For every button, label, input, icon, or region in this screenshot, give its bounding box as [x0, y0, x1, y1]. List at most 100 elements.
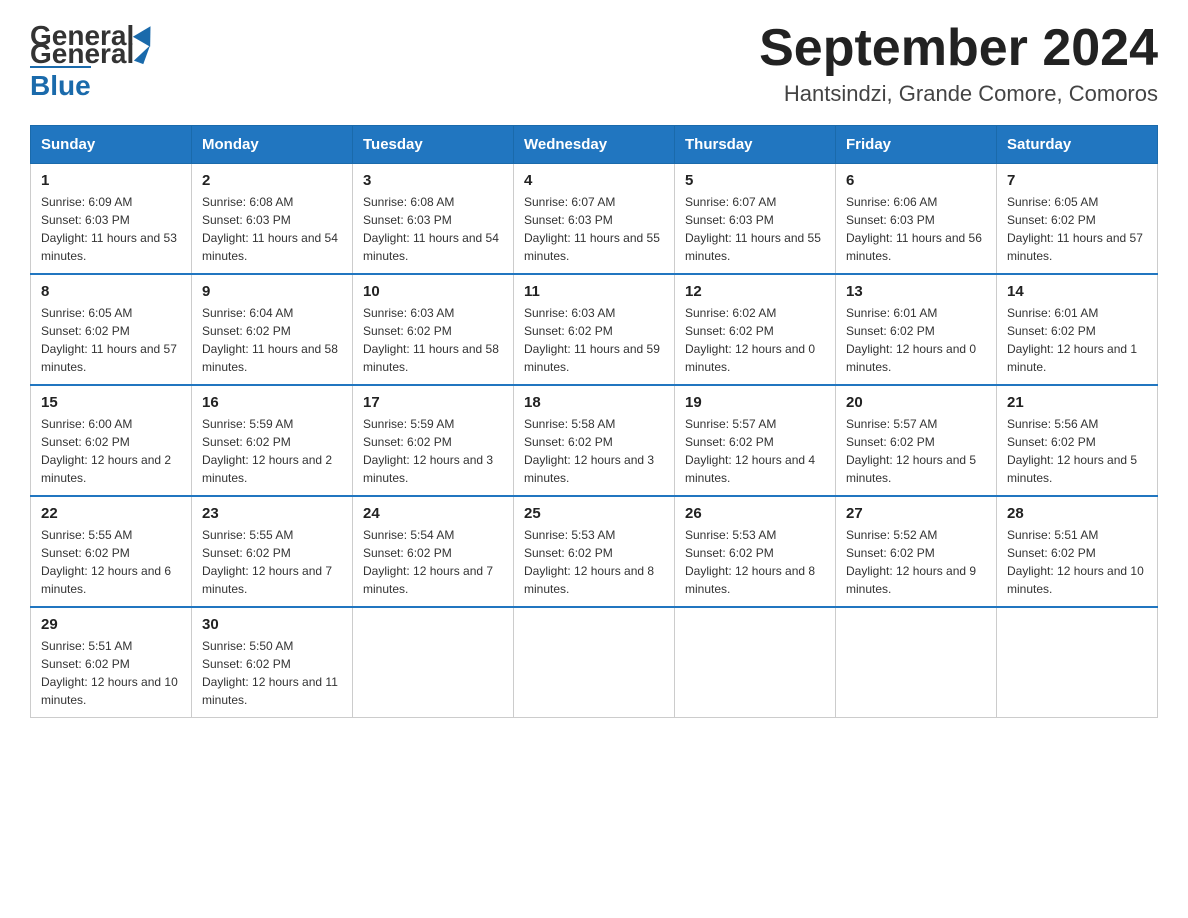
- day-number: 27: [846, 505, 986, 522]
- calendar-cell: 3 Sunrise: 6:08 AM Sunset: 6:03 PM Dayli…: [353, 164, 514, 275]
- day-number: 3: [363, 172, 503, 189]
- calendar-cell: 1 Sunrise: 6:09 AM Sunset: 6:03 PM Dayli…: [31, 164, 192, 275]
- location-subtitle: Hantsindzi, Grande Comore, Comoros: [759, 81, 1158, 107]
- day-info: Sunrise: 6:03 AM Sunset: 6:02 PM Dayligh…: [524, 304, 664, 376]
- day-info: Sunrise: 5:51 AM Sunset: 6:02 PM Dayligh…: [41, 637, 181, 709]
- title-area: September 2024 Hantsindzi, Grande Comore…: [759, 20, 1158, 107]
- calendar-cell: 17 Sunrise: 5:59 AM Sunset: 6:02 PM Dayl…: [353, 385, 514, 496]
- month-title: September 2024: [759, 20, 1158, 77]
- day-number: 13: [846, 283, 986, 300]
- day-number: 24: [363, 505, 503, 522]
- calendar-cell: 16 Sunrise: 5:59 AM Sunset: 6:02 PM Dayl…: [192, 385, 353, 496]
- day-info: Sunrise: 6:00 AM Sunset: 6:02 PM Dayligh…: [41, 415, 181, 487]
- day-info: Sunrise: 6:04 AM Sunset: 6:02 PM Dayligh…: [202, 304, 342, 376]
- calendar-cell: 25 Sunrise: 5:53 AM Sunset: 6:02 PM Dayl…: [514, 496, 675, 607]
- day-info: Sunrise: 6:08 AM Sunset: 6:03 PM Dayligh…: [202, 193, 342, 265]
- day-info: Sunrise: 5:57 AM Sunset: 6:02 PM Dayligh…: [846, 415, 986, 487]
- header-wednesday: Wednesday: [514, 126, 675, 164]
- day-number: 30: [202, 616, 342, 633]
- day-info: Sunrise: 5:53 AM Sunset: 6:02 PM Dayligh…: [685, 526, 825, 598]
- calendar-cell: 11 Sunrise: 6:03 AM Sunset: 6:02 PM Dayl…: [514, 274, 675, 385]
- day-number: 15: [41, 394, 181, 411]
- calendar-cell: 21 Sunrise: 5:56 AM Sunset: 6:02 PM Dayl…: [997, 385, 1158, 496]
- day-info: Sunrise: 6:02 AM Sunset: 6:02 PM Dayligh…: [685, 304, 825, 376]
- day-info: Sunrise: 6:05 AM Sunset: 6:02 PM Dayligh…: [41, 304, 181, 376]
- page-header: General General Blue September 2024 Hant…: [30, 20, 1158, 107]
- day-info: Sunrise: 5:55 AM Sunset: 6:02 PM Dayligh…: [202, 526, 342, 598]
- day-info: Sunrise: 6:09 AM Sunset: 6:03 PM Dayligh…: [41, 193, 181, 265]
- day-info: Sunrise: 6:08 AM Sunset: 6:03 PM Dayligh…: [363, 193, 503, 265]
- calendar-cell: 2 Sunrise: 6:08 AM Sunset: 6:03 PM Dayli…: [192, 164, 353, 275]
- calendar-cell: 10 Sunrise: 6:03 AM Sunset: 6:02 PM Dayl…: [353, 274, 514, 385]
- day-number: 28: [1007, 505, 1147, 522]
- calendar-cell: 29 Sunrise: 5:51 AM Sunset: 6:02 PM Dayl…: [31, 607, 192, 718]
- calendar-cell: 22 Sunrise: 5:55 AM Sunset: 6:02 PM Dayl…: [31, 496, 192, 607]
- calendar-cell: [836, 607, 997, 718]
- calendar-cell: 18 Sunrise: 5:58 AM Sunset: 6:02 PM Dayl…: [514, 385, 675, 496]
- day-number: 11: [524, 283, 664, 300]
- day-info: Sunrise: 5:53 AM Sunset: 6:02 PM Dayligh…: [524, 526, 664, 598]
- calendar-cell: 30 Sunrise: 5:50 AM Sunset: 6:02 PM Dayl…: [192, 607, 353, 718]
- day-number: 6: [846, 172, 986, 189]
- day-info: Sunrise: 6:06 AM Sunset: 6:03 PM Dayligh…: [846, 193, 986, 265]
- calendar-cell: 4 Sunrise: 6:07 AM Sunset: 6:03 PM Dayli…: [514, 164, 675, 275]
- header-sunday: Sunday: [31, 126, 192, 164]
- week-row-3: 15 Sunrise: 6:00 AM Sunset: 6:02 PM Dayl…: [31, 385, 1158, 496]
- day-number: 22: [41, 505, 181, 522]
- header-friday: Friday: [836, 126, 997, 164]
- calendar-cell: 15 Sunrise: 6:00 AM Sunset: 6:02 PM Dayl…: [31, 385, 192, 496]
- week-row-2: 8 Sunrise: 6:05 AM Sunset: 6:02 PM Dayli…: [31, 274, 1158, 385]
- day-info: Sunrise: 6:03 AM Sunset: 6:02 PM Dayligh…: [363, 304, 503, 376]
- calendar-table: Sunday Monday Tuesday Wednesday Thursday…: [30, 125, 1158, 718]
- day-number: 19: [685, 394, 825, 411]
- calendar-cell: 19 Sunrise: 5:57 AM Sunset: 6:02 PM Dayl…: [675, 385, 836, 496]
- day-number: 2: [202, 172, 342, 189]
- day-number: 16: [202, 394, 342, 411]
- day-number: 5: [685, 172, 825, 189]
- header-monday: Monday: [192, 126, 353, 164]
- day-number: 7: [1007, 172, 1147, 189]
- logo-flag-icon: [134, 42, 150, 64]
- day-number: 9: [202, 283, 342, 300]
- calendar-cell: 20 Sunrise: 5:57 AM Sunset: 6:02 PM Dayl…: [836, 385, 997, 496]
- day-number: 8: [41, 283, 181, 300]
- day-info: Sunrise: 5:52 AM Sunset: 6:02 PM Dayligh…: [846, 526, 986, 598]
- day-info: Sunrise: 6:01 AM Sunset: 6:02 PM Dayligh…: [1007, 304, 1147, 376]
- header-tuesday: Tuesday: [353, 126, 514, 164]
- calendar-cell: [514, 607, 675, 718]
- calendar-cell: 24 Sunrise: 5:54 AM Sunset: 6:02 PM Dayl…: [353, 496, 514, 607]
- calendar-cell: [997, 607, 1158, 718]
- header-thursday: Thursday: [675, 126, 836, 164]
- weekday-header-row: Sunday Monday Tuesday Wednesday Thursday…: [31, 126, 1158, 164]
- calendar-cell: 14 Sunrise: 6:01 AM Sunset: 6:02 PM Dayl…: [997, 274, 1158, 385]
- day-number: 25: [524, 505, 664, 522]
- calendar-cell: [353, 607, 514, 718]
- logo: General General Blue: [30, 20, 156, 102]
- day-number: 4: [524, 172, 664, 189]
- calendar-cell: 9 Sunrise: 6:04 AM Sunset: 6:02 PM Dayli…: [192, 274, 353, 385]
- week-row-1: 1 Sunrise: 6:09 AM Sunset: 6:03 PM Dayli…: [31, 164, 1158, 275]
- calendar-cell: 13 Sunrise: 6:01 AM Sunset: 6:02 PM Dayl…: [836, 274, 997, 385]
- day-info: Sunrise: 5:56 AM Sunset: 6:02 PM Dayligh…: [1007, 415, 1147, 487]
- calendar-cell: 5 Sunrise: 6:07 AM Sunset: 6:03 PM Dayli…: [675, 164, 836, 275]
- day-number: 18: [524, 394, 664, 411]
- day-info: Sunrise: 5:58 AM Sunset: 6:02 PM Dayligh…: [524, 415, 664, 487]
- day-info: Sunrise: 5:55 AM Sunset: 6:02 PM Dayligh…: [41, 526, 181, 598]
- day-info: Sunrise: 6:07 AM Sunset: 6:03 PM Dayligh…: [685, 193, 825, 265]
- day-number: 14: [1007, 283, 1147, 300]
- calendar-cell: [675, 607, 836, 718]
- day-info: Sunrise: 5:51 AM Sunset: 6:02 PM Dayligh…: [1007, 526, 1147, 598]
- day-info: Sunrise: 5:59 AM Sunset: 6:02 PM Dayligh…: [202, 415, 342, 487]
- day-number: 21: [1007, 394, 1147, 411]
- day-number: 12: [685, 283, 825, 300]
- header-saturday: Saturday: [997, 126, 1158, 164]
- day-number: 10: [363, 283, 503, 300]
- calendar-cell: 8 Sunrise: 6:05 AM Sunset: 6:02 PM Dayli…: [31, 274, 192, 385]
- calendar-cell: 26 Sunrise: 5:53 AM Sunset: 6:02 PM Dayl…: [675, 496, 836, 607]
- calendar-cell: 27 Sunrise: 5:52 AM Sunset: 6:02 PM Dayl…: [836, 496, 997, 607]
- day-info: Sunrise: 5:59 AM Sunset: 6:02 PM Dayligh…: [363, 415, 503, 487]
- calendar-cell: 23 Sunrise: 5:55 AM Sunset: 6:02 PM Dayl…: [192, 496, 353, 607]
- day-number: 26: [685, 505, 825, 522]
- logo-blue-text: Blue: [30, 66, 91, 102]
- calendar-cell: 12 Sunrise: 6:02 AM Sunset: 6:02 PM Dayl…: [675, 274, 836, 385]
